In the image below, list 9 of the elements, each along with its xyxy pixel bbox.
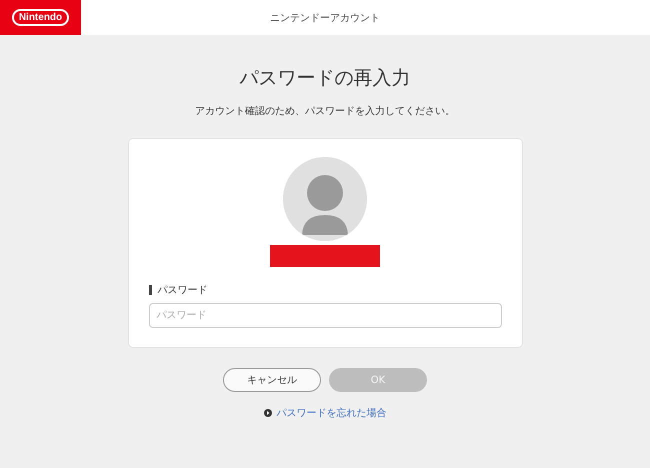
password-field[interactable]: パスワード [148,303,502,328]
forgot-password-link[interactable]: パスワードを忘れた場合 [276,406,386,420]
cancel-button[interactable]: キャンセル [223,368,321,392]
header-title: ニンテンドーアカウント [269,12,381,24]
arrow-icon [264,409,272,417]
description: アカウント確認のため、パスワードを入力してください。 [195,104,455,118]
page-heading: パスワードの再入力 [240,66,410,91]
logo[interactable]: Nintendo [12,9,70,26]
field-label: パスワード [158,284,208,297]
